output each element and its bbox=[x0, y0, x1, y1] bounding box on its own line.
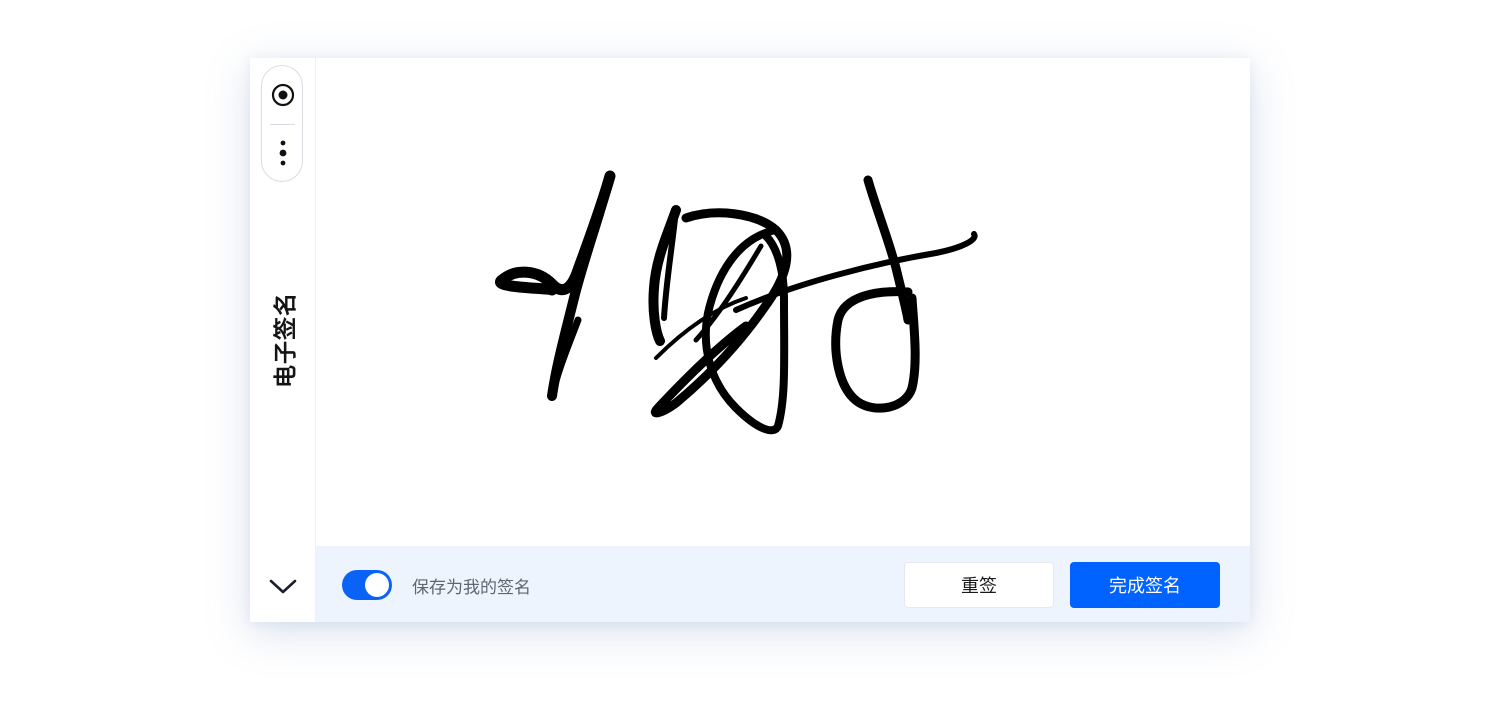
tool-group bbox=[261, 65, 303, 182]
more-vertical-icon[interactable] bbox=[275, 140, 291, 166]
toggle-knob bbox=[365, 573, 389, 597]
finish-signature-button[interactable]: 完成签名 bbox=[1070, 562, 1220, 608]
signature-strokes bbox=[495, 170, 978, 435]
signature-canvas[interactable] bbox=[316, 58, 1250, 546]
save-signature-label: 保存为我的签名 bbox=[412, 578, 531, 598]
tool-divider bbox=[270, 124, 295, 125]
sidebar-title-text: 电子签名 bbox=[273, 292, 299, 388]
save-signature-toggle[interactable] bbox=[342, 570, 392, 600]
resign-button[interactable]: 重签 bbox=[904, 562, 1054, 608]
signature-footer: 保存为我的签名 重签 完成签名 bbox=[316, 546, 1250, 622]
signature-sidebar: 电子签名 bbox=[250, 58, 316, 622]
sidebar-title: 电子签名 bbox=[270, 290, 299, 390]
signature-stroke bbox=[863, 175, 913, 325]
signature-dialog: 电子签名 保存为我的签名 重签 完成签名 bbox=[250, 58, 1250, 622]
target-icon[interactable] bbox=[271, 83, 295, 107]
chevron-down-icon[interactable] bbox=[268, 576, 298, 596]
